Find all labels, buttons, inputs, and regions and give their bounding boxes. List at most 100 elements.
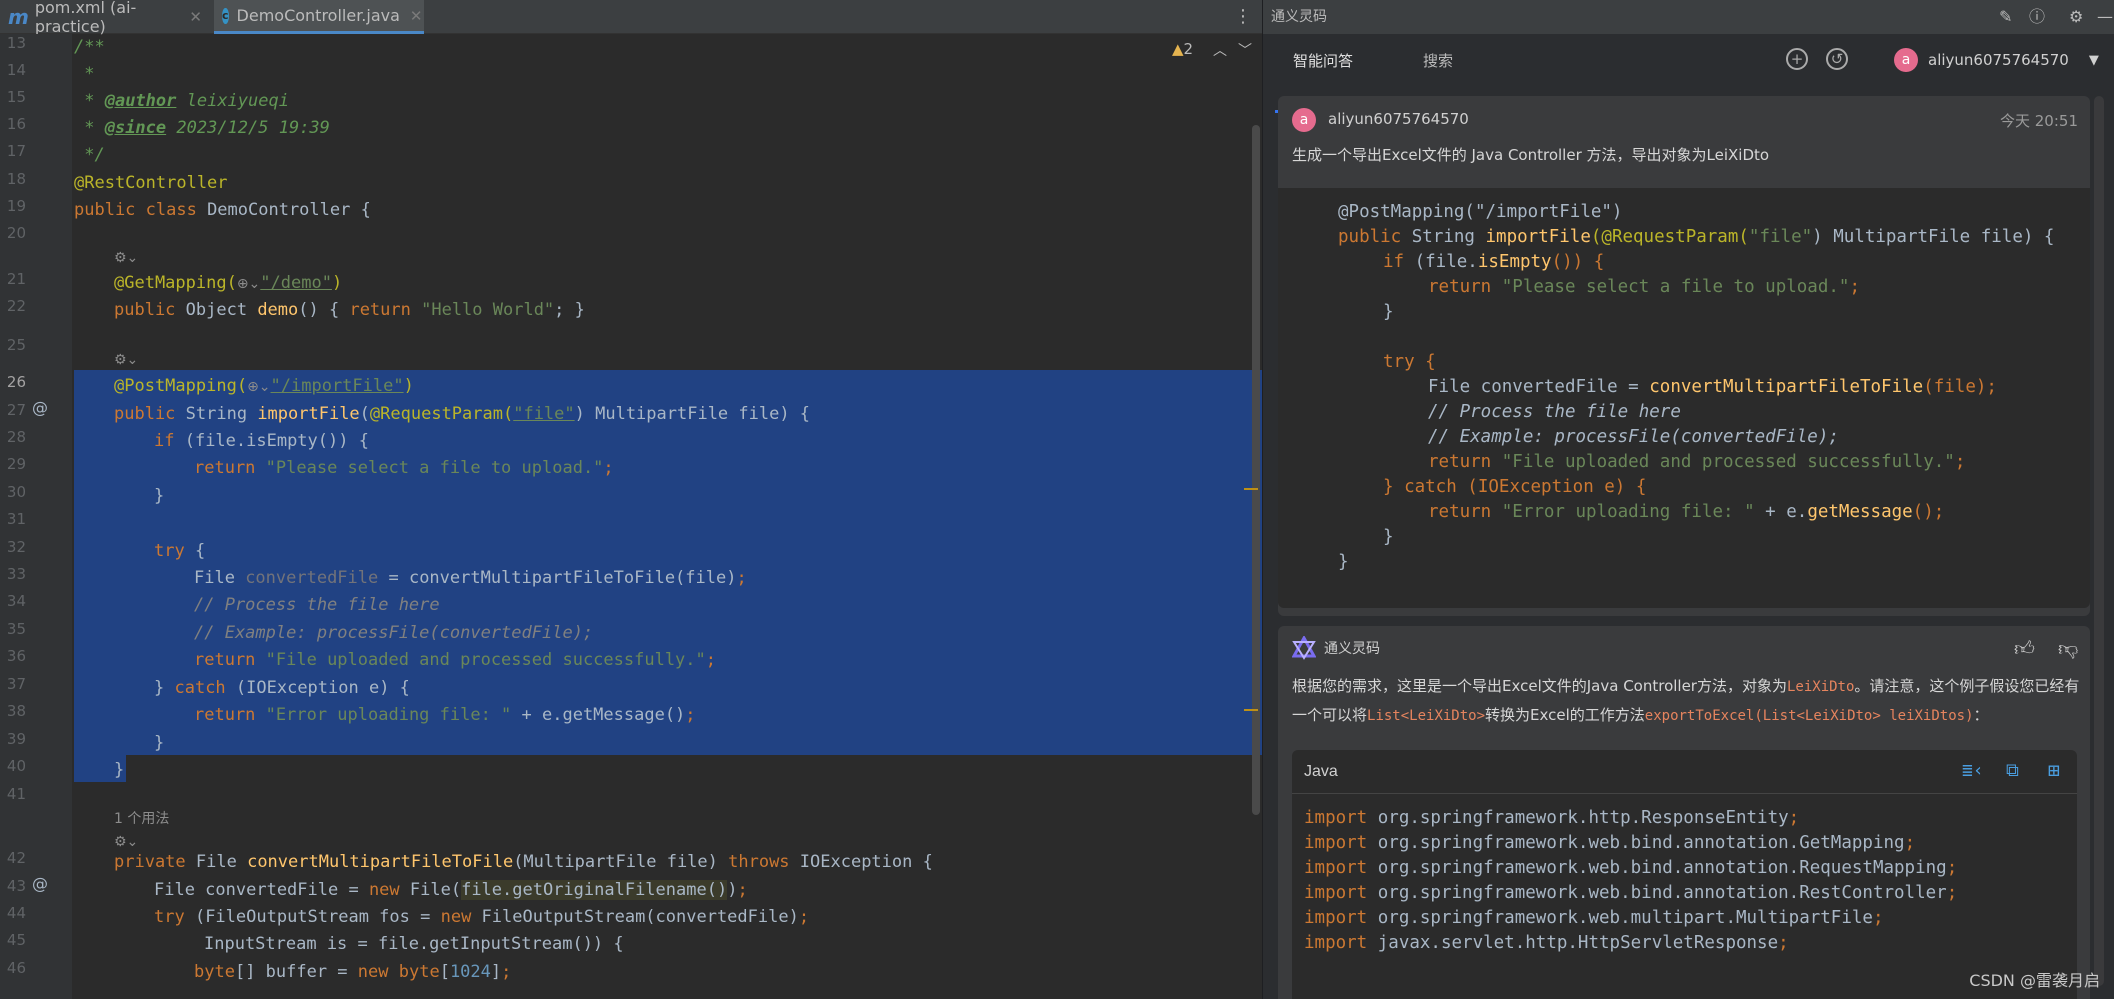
code-line: return "File uploaded and processed succ… bbox=[194, 650, 717, 670]
line-number: 21 bbox=[6, 270, 26, 288]
tab-smart-qa[interactable]: 智能问答 bbox=[1293, 50, 1353, 71]
code-editor[interactable]: m pom.xml (ai-practice) ✕ c DemoControll… bbox=[0, 0, 1262, 999]
tongyi-logo-icon bbox=[1292, 636, 1316, 660]
chevron-down-icon: ▼ bbox=[2088, 52, 2099, 68]
new-chat-icon[interactable]: + bbox=[1786, 48, 1808, 70]
user-menu[interactable]: a aliyun6075764570 ▼ bbox=[1894, 48, 2099, 72]
codelens-icon[interactable]: ⚙⌄ bbox=[114, 347, 138, 374]
code-line: /** bbox=[74, 37, 105, 57]
code-language-label: Java bbox=[1292, 750, 2077, 794]
help-icon[interactable]: ⓘ bbox=[2029, 0, 2045, 34]
code-line: * bbox=[74, 64, 95, 84]
code-line: @PostMapping("/importFile") bbox=[1338, 202, 1623, 222]
line-number: 42 bbox=[6, 849, 26, 867]
line-number: 28 bbox=[6, 428, 26, 446]
close-icon[interactable]: ✕ bbox=[410, 7, 423, 25]
code-line: public class DemoController { bbox=[74, 200, 371, 220]
line-number: 14 bbox=[6, 61, 26, 79]
code-line: import org.springframework.web.bind.anno… bbox=[1304, 883, 1958, 903]
code-line: return "Please select a file to upload."… bbox=[194, 458, 614, 478]
code-line: return "Please select a file to upload."… bbox=[1428, 277, 1860, 297]
chat-scrollbar[interactable] bbox=[2094, 96, 2104, 986]
tab-democontroller[interactable]: c DemoController.java ✕ bbox=[214, 0, 424, 34]
line-number: 32 bbox=[6, 538, 26, 556]
line-number: 29 bbox=[6, 455, 26, 473]
line-number: 27 bbox=[6, 401, 26, 419]
line-number: 44 bbox=[6, 904, 26, 922]
line-number: 30 bbox=[6, 483, 26, 501]
editor-tab-bar: m pom.xml (ai-practice) ✕ c DemoControll… bbox=[0, 0, 1262, 36]
message-author: 通义灵码 bbox=[1324, 641, 1380, 657]
code-line: @GetMapping(⊕⌄"/demo") bbox=[114, 273, 343, 293]
java-class-icon: c bbox=[222, 7, 229, 24]
code-area[interactable]: /** * * @author leixiyueqi * @since 2023… bbox=[74, 34, 1244, 999]
line-number: 39 bbox=[6, 730, 26, 748]
code-line: File convertedFile = new File(file.getOr… bbox=[154, 880, 748, 900]
thumbs-down-icon[interactable]: 👎︎ bbox=[2058, 636, 2078, 661]
answer-code-block[interactable]: Java ≣‹ ⧉ ⊞ import org.springframework.h… bbox=[1292, 750, 2077, 999]
tab-pom-xml[interactable]: m pom.xml (ai-practice) ✕ bbox=[0, 0, 210, 36]
code-line: return "File uploaded and processed succ… bbox=[1428, 452, 1966, 472]
question-text: 生成一个导出Excel文件的 Java Controller 方法，导出对象为L… bbox=[1292, 146, 1770, 164]
code-line: import org.springframework.web.bind.anno… bbox=[1304, 858, 1958, 878]
code-line: // Example: processFile(convertedFile); bbox=[194, 623, 594, 643]
code-line: try (FileOutputStream fos = new FileOutp… bbox=[154, 907, 810, 927]
code-line: byte[] buffer = new byte[1024]; bbox=[194, 962, 512, 982]
line-number: 13 bbox=[6, 34, 26, 52]
code-line: InputStream is = file.getInputStream()) … bbox=[204, 934, 624, 954]
thumbs-up-icon[interactable]: 👍︎ bbox=[2014, 636, 2035, 661]
tab-search[interactable]: 搜索 bbox=[1423, 50, 1453, 71]
editor-scrollbar[interactable] bbox=[1252, 125, 1260, 815]
code-line: File convertedFile = convertMultipartFil… bbox=[194, 568, 747, 588]
message-author: aliyun6075764570 bbox=[1328, 110, 1469, 128]
line-number: 35 bbox=[6, 620, 26, 638]
code-line: } bbox=[154, 486, 165, 506]
gear-icon[interactable]: ⚙ bbox=[2069, 0, 2083, 34]
line-number: 25 bbox=[6, 336, 26, 354]
close-icon[interactable]: ✕ bbox=[189, 8, 202, 26]
more-options-icon[interactable]: ⋮ bbox=[1234, 6, 1252, 27]
history-icon[interactable]: ↺ bbox=[1826, 48, 1848, 70]
line-number: 19 bbox=[6, 197, 26, 215]
assistant-message: 通义灵码 👍︎ 👎︎ 根据您的需求，这里是一个导出Excel文件的Java Co… bbox=[1278, 626, 2090, 999]
copy-icon[interactable]: ⧉ bbox=[2006, 760, 2019, 781]
code-line: import org.springframework.web.bind.anno… bbox=[1304, 833, 1916, 853]
line-number: 36 bbox=[6, 647, 26, 665]
minimize-icon[interactable]: — bbox=[2097, 0, 2113, 34]
chat-history[interactable]: a aliyun6075764570 今天 20:51 生成一个导出Excel文… bbox=[1278, 96, 2090, 999]
line-number: 37 bbox=[6, 675, 26, 693]
quoted-code-block[interactable]: @PostMapping("/importFile") public Strin… bbox=[1278, 188, 2090, 608]
line-number: 16 bbox=[6, 115, 26, 133]
insert-diff-icon[interactable]: ≣‹ bbox=[1962, 760, 1984, 781]
code-line: } bbox=[114, 760, 125, 780]
line-number: 17 bbox=[6, 142, 26, 160]
avatar: a bbox=[1292, 108, 1316, 132]
code-line: } catch (IOException e) { bbox=[154, 678, 410, 698]
insert-code-icon[interactable]: ⊞ bbox=[2048, 758, 2060, 782]
code-line: } bbox=[154, 733, 165, 753]
codelens-icon[interactable]: ⚙⌄ bbox=[114, 245, 138, 272]
code-line: * @since 2023/12/5 19:39 bbox=[74, 118, 330, 138]
line-number: 26 bbox=[6, 373, 26, 391]
edit-icon[interactable]: ✎ bbox=[1999, 0, 2012, 34]
code-line: import org.springframework.web.multipart… bbox=[1304, 908, 1884, 928]
mapping-gutter-icon[interactable]: @ bbox=[32, 398, 48, 417]
code-line: return "Error uploading file: " + e.getM… bbox=[194, 705, 696, 725]
line-number: 41 bbox=[6, 785, 26, 803]
tab-label: pom.xml (ai-practice) bbox=[34, 0, 137, 36]
code-line: } bbox=[1383, 527, 1394, 547]
code-line: private File convertMultipartFileToFile(… bbox=[114, 852, 933, 872]
code-line: @PostMapping(⊕⌄"/importFile") bbox=[114, 376, 414, 396]
line-gutter: 13 14 15 16 17 18 19 20 21 22 25 26 27 2… bbox=[0, 34, 72, 999]
line-number: 38 bbox=[6, 702, 26, 720]
avatar: a bbox=[1894, 48, 1918, 72]
code-line: public String importFile(@RequestParam("… bbox=[114, 404, 811, 424]
panel-title: 通义灵码 bbox=[1271, 9, 1327, 25]
code-line: // Process the file here bbox=[1428, 402, 1681, 422]
answer-text: 根据您的需求，这里是一个导出Excel文件的Java Controller方法，… bbox=[1292, 677, 2080, 724]
code-line: * @author leixiyueqi bbox=[74, 91, 289, 111]
line-number: 33 bbox=[6, 565, 26, 583]
line-number: 18 bbox=[6, 170, 26, 188]
mapping-gutter-icon[interactable]: @ bbox=[32, 874, 48, 893]
maven-icon: m bbox=[8, 5, 29, 29]
